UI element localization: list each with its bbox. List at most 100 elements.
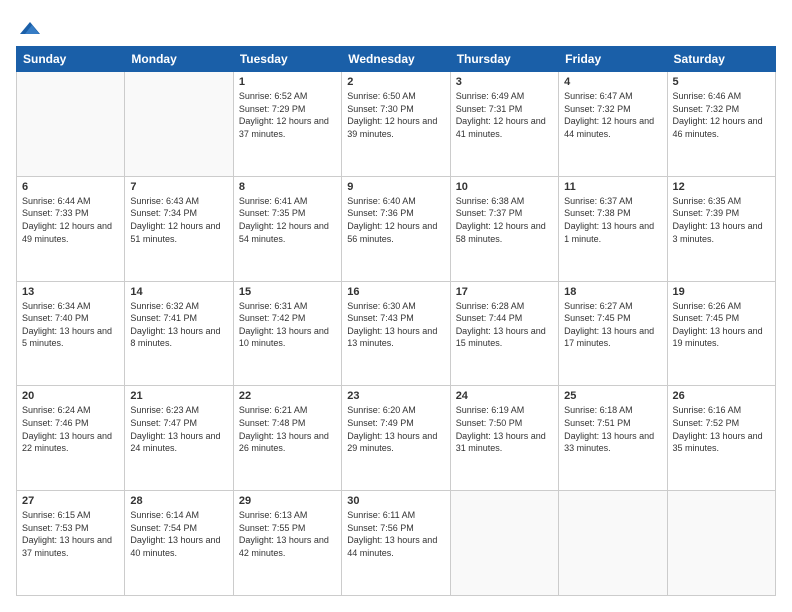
- day-cell: 19 Sunrise: 6:26 AM Sunset: 7:45 PM Dayli…: [667, 281, 775, 386]
- weekday-wednesday: Wednesday: [342, 47, 450, 72]
- day-number: 22: [239, 390, 336, 402]
- day-number: 6: [22, 181, 119, 193]
- weekday-monday: Monday: [125, 47, 233, 72]
- day-info: Sunrise: 6:27 AM Sunset: 7:45 PM Dayligh…: [564, 300, 661, 350]
- day-info: Sunrise: 6:14 AM Sunset: 7:54 PM Dayligh…: [130, 509, 227, 559]
- day-info: Sunrise: 6:37 AM Sunset: 7:38 PM Dayligh…: [564, 195, 661, 245]
- day-cell: 28Sunrise: 6:14 AM Sunset: 7:54 PM Dayli…: [125, 491, 233, 596]
- day-info: Sunrise: 6:26 AM Sunset: 7:45 PM Dayligh…: [673, 300, 770, 350]
- week-row-2: 6Sunrise: 6:44 AM Sunset: 7:33 PM Daylig…: [17, 176, 776, 281]
- day-cell: 10 Sunrise: 6:38 AM Sunset: 7:37 PM Dayli…: [450, 176, 558, 281]
- day-cell: 2 Sunrise: 6:50 AM Sunset: 7:30 PM Daylig…: [342, 72, 450, 177]
- day-info: Sunrise: 6:15 AM Sunset: 7:53 PM Dayligh…: [22, 509, 119, 559]
- day-info: Sunrise: 6:20 AM Sunset: 7:49 PM Dayligh…: [347, 404, 444, 454]
- calendar-table: SundayMondayTuesdayWednesdayThursdayFrid…: [16, 46, 776, 596]
- day-info: Sunrise: 6:52 AM Sunset: 7:29 PM Dayligh…: [239, 90, 336, 140]
- day-cell: 15 Sunrise: 6:31 AM Sunset: 7:42 PM Dayli…: [233, 281, 341, 386]
- weekday-tuesday: Tuesday: [233, 47, 341, 72]
- day-cell: 11 Sunrise: 6:37 AM Sunset: 7:38 PM Dayli…: [559, 176, 667, 281]
- day-info: Sunrise: 6:34 AM Sunset: 7:40 PM Dayligh…: [22, 300, 119, 350]
- day-cell: 3Sunrise: 6:49 AM Sunset: 7:31 PM Daylig…: [450, 72, 558, 177]
- day-info: Sunrise: 6:47 AM Sunset: 7:32 PM Dayligh…: [564, 90, 661, 140]
- day-cell: 29 Sunrise: 6:13 AM Sunset: 7:55 PM Dayli…: [233, 491, 341, 596]
- day-info: Sunrise: 6:18 AM Sunset: 7:51 PM Dayligh…: [564, 404, 661, 454]
- day-number: 27: [22, 495, 119, 507]
- day-cell: 17 Sunrise: 6:28 AM Sunset: 7:44 PM Dayli…: [450, 281, 558, 386]
- day-cell: [17, 72, 125, 177]
- week-row-3: 13 Sunrise: 6:34 AM Sunset: 7:40 PM Dayli…: [17, 281, 776, 386]
- day-number: 13: [22, 286, 119, 298]
- day-cell: 25 Sunrise: 6:18 AM Sunset: 7:51 PM Dayli…: [559, 386, 667, 491]
- day-number: 20: [22, 390, 119, 402]
- day-cell: 16Sunrise: 6:30 AM Sunset: 7:43 PM Dayli…: [342, 281, 450, 386]
- day-number: 18: [564, 286, 661, 298]
- day-number: 9: [347, 181, 444, 193]
- day-info: Sunrise: 6:38 AM Sunset: 7:37 PM Dayligh…: [456, 195, 553, 245]
- day-cell: 30 Sunrise: 6:11 AM Sunset: 7:56 PM Dayli…: [342, 491, 450, 596]
- weekday-sunday: Sunday: [17, 47, 125, 72]
- day-number: 30: [347, 495, 444, 507]
- day-number: 8: [239, 181, 336, 193]
- day-info: Sunrise: 6:49 AM Sunset: 7:31 PM Dayligh…: [456, 90, 553, 140]
- day-number: 2: [347, 76, 444, 88]
- day-info: Sunrise: 6:32 AM Sunset: 7:41 PM Dayligh…: [130, 300, 227, 350]
- day-number: 19: [673, 286, 770, 298]
- day-cell: 22 Sunrise: 6:21 AM Sunset: 7:48 PM Dayli…: [233, 386, 341, 491]
- page: SundayMondayTuesdayWednesdayThursdayFrid…: [0, 0, 792, 612]
- day-info: Sunrise: 6:30 AM Sunset: 7:43 PM Dayligh…: [347, 300, 444, 350]
- logo-icon: [18, 16, 42, 40]
- day-cell: [559, 491, 667, 596]
- day-cell: 12 Sunrise: 6:35 AM Sunset: 7:39 PM Dayli…: [667, 176, 775, 281]
- day-number: 5: [673, 76, 770, 88]
- week-row-5: 27 Sunrise: 6:15 AM Sunset: 7:53 PM Dayli…: [17, 491, 776, 596]
- day-number: 29: [239, 495, 336, 507]
- day-cell: [450, 491, 558, 596]
- day-info: Sunrise: 6:28 AM Sunset: 7:44 PM Dayligh…: [456, 300, 553, 350]
- day-info: Sunrise: 6:24 AM Sunset: 7:46 PM Dayligh…: [22, 404, 119, 454]
- day-cell: 18 Sunrise: 6:27 AM Sunset: 7:45 PM Dayli…: [559, 281, 667, 386]
- day-info: Sunrise: 6:40 AM Sunset: 7:36 PM Dayligh…: [347, 195, 444, 245]
- day-cell: 5Sunrise: 6:46 AM Sunset: 7:32 PM Daylig…: [667, 72, 775, 177]
- day-number: 24: [456, 390, 553, 402]
- weekday-friday: Friday: [559, 47, 667, 72]
- day-number: 12: [673, 181, 770, 193]
- day-cell: 23 Sunrise: 6:20 AM Sunset: 7:49 PM Dayli…: [342, 386, 450, 491]
- day-info: Sunrise: 6:50 AM Sunset: 7:30 PM Dayligh…: [347, 90, 444, 140]
- day-info: Sunrise: 6:19 AM Sunset: 7:50 PM Dayligh…: [456, 404, 553, 454]
- logo: [16, 16, 42, 36]
- week-row-1: 1 Sunrise: 6:52 AM Sunset: 7:29 PM Daylig…: [17, 72, 776, 177]
- day-info: Sunrise: 6:31 AM Sunset: 7:42 PM Dayligh…: [239, 300, 336, 350]
- day-info: Sunrise: 6:13 AM Sunset: 7:55 PM Dayligh…: [239, 509, 336, 559]
- day-cell: 24 Sunrise: 6:19 AM Sunset: 7:50 PM Dayli…: [450, 386, 558, 491]
- day-number: 26: [673, 390, 770, 402]
- day-number: 4: [564, 76, 661, 88]
- day-info: Sunrise: 6:21 AM Sunset: 7:48 PM Dayligh…: [239, 404, 336, 454]
- day-cell: 20 Sunrise: 6:24 AM Sunset: 7:46 PM Dayli…: [17, 386, 125, 491]
- day-info: Sunrise: 6:41 AM Sunset: 7:35 PM Dayligh…: [239, 195, 336, 245]
- day-info: Sunrise: 6:16 AM Sunset: 7:52 PM Dayligh…: [673, 404, 770, 454]
- day-number: 15: [239, 286, 336, 298]
- weekday-header-row: SundayMondayTuesdayWednesdayThursdayFrid…: [17, 47, 776, 72]
- day-cell: 27 Sunrise: 6:15 AM Sunset: 7:53 PM Dayli…: [17, 491, 125, 596]
- day-cell: 9 Sunrise: 6:40 AM Sunset: 7:36 PM Daylig…: [342, 176, 450, 281]
- day-cell: 6Sunrise: 6:44 AM Sunset: 7:33 PM Daylig…: [17, 176, 125, 281]
- day-number: 14: [130, 286, 227, 298]
- day-number: 1: [239, 76, 336, 88]
- day-number: 23: [347, 390, 444, 402]
- day-number: 11: [564, 181, 661, 193]
- day-cell: [125, 72, 233, 177]
- day-cell: 7Sunrise: 6:43 AM Sunset: 7:34 PM Daylig…: [125, 176, 233, 281]
- day-info: Sunrise: 6:11 AM Sunset: 7:56 PM Dayligh…: [347, 509, 444, 559]
- day-cell: 4 Sunrise: 6:47 AM Sunset: 7:32 PM Daylig…: [559, 72, 667, 177]
- day-cell: 14 Sunrise: 6:32 AM Sunset: 7:41 PM Dayli…: [125, 281, 233, 386]
- day-info: Sunrise: 6:35 AM Sunset: 7:39 PM Dayligh…: [673, 195, 770, 245]
- weekday-saturday: Saturday: [667, 47, 775, 72]
- day-cell: 8 Sunrise: 6:41 AM Sunset: 7:35 PM Daylig…: [233, 176, 341, 281]
- day-number: 17: [456, 286, 553, 298]
- day-cell: 13 Sunrise: 6:34 AM Sunset: 7:40 PM Dayli…: [17, 281, 125, 386]
- day-info: Sunrise: 6:23 AM Sunset: 7:47 PM Dayligh…: [130, 404, 227, 454]
- day-cell: 26 Sunrise: 6:16 AM Sunset: 7:52 PM Dayli…: [667, 386, 775, 491]
- day-number: 25: [564, 390, 661, 402]
- day-number: 21: [130, 390, 227, 402]
- day-number: 10: [456, 181, 553, 193]
